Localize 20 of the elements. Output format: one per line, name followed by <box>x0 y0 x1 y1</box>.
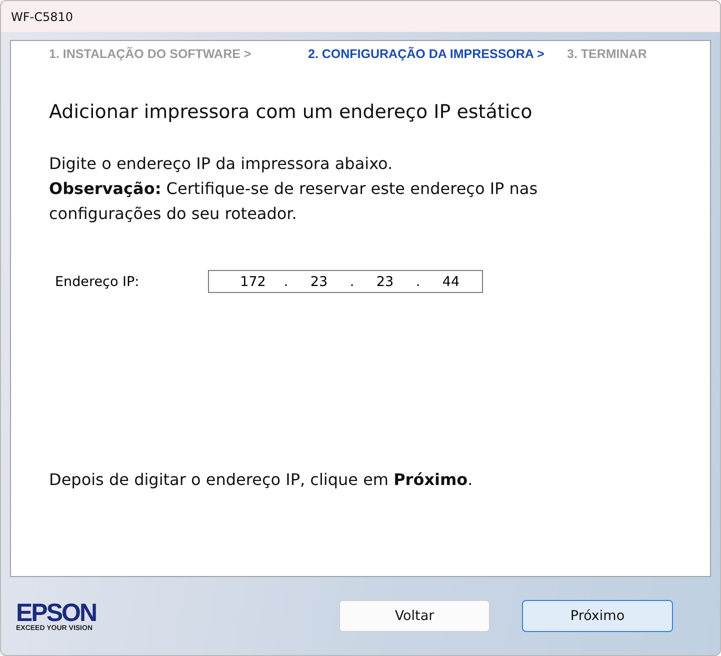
ip-octet[interactable]: 23 <box>363 274 407 290</box>
ip-separator: . <box>348 274 356 290</box>
logo-wordmark: EPSON <box>16 600 96 624</box>
ip-separator: . <box>414 274 422 290</box>
ip-octet[interactable]: 23 <box>297 274 341 290</box>
next-button[interactable]: Próximo <box>522 600 673 632</box>
ip-octet[interactable]: 44 <box>429 274 473 290</box>
ip-address-field[interactable]: 172 . 23 . 23 . 44 <box>208 270 483 293</box>
wizard-step: 1. INSTALAÇÃO DO SOFTWARE > <box>49 47 308 63</box>
instruction-text: Observação: Certifique-se de reservar este endereço IP nas configurações do seu roteador. <box>49 178 539 225</box>
ip-separator: . <box>282 274 290 290</box>
back-button[interactable]: Voltar <box>339 600 490 632</box>
wizard-step: 2. CONFIGURAÇÃO DA IMPRESSORA > <box>308 47 567 63</box>
ip-label: Endereço IP: <box>55 274 140 290</box>
ip-octet[interactable]: 172 <box>231 274 275 290</box>
page-heading: Adicionar impressora com um endereço IP estático <box>49 101 534 123</box>
window-title: WF-C5810 <box>11 10 74 24</box>
hint-text: Depois de digitar o endereço IP, clique em Próximo. <box>49 470 474 489</box>
wizard-step: 3. TERMINAR <box>567 47 647 63</box>
instruction-text: Digite o endereço IP da impressora abaixo. <box>49 153 394 175</box>
